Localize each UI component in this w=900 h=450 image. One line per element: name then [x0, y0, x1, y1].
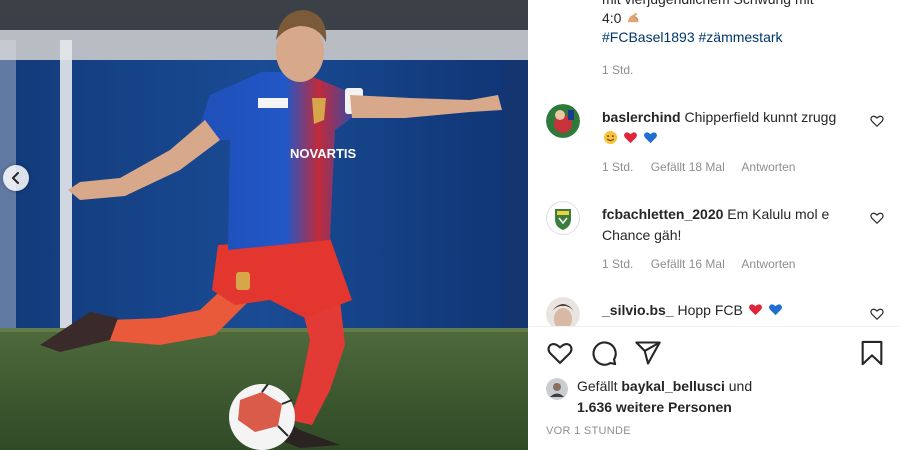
comment-icon[interactable]: [590, 339, 618, 367]
red-heart-emoji-icon: [748, 304, 762, 316]
post-caption: mit vierjugendlichem Schwung mit 4:0 #FC…: [602, 0, 862, 47]
avatar[interactable]: [546, 104, 580, 138]
reply-button[interactable]: Antworten: [741, 257, 795, 271]
liker-avatar[interactable]: [546, 378, 568, 400]
blue-heart-emoji-icon: [768, 304, 782, 316]
comment-text: baslerchind Chipperfield kunnt zrugg: [602, 107, 852, 149]
comment-meta: 1 Std. Gefällt 18 Mal Antworten: [602, 160, 809, 174]
blue-heart-emoji-icon: [643, 132, 657, 144]
liked-by-prefix: Gefällt: [577, 378, 618, 394]
smiling-face-emoji-icon: [603, 130, 618, 145]
comment-username[interactable]: fcbachletten_2020: [602, 206, 723, 222]
heart-icon[interactable]: [546, 339, 574, 367]
comment-meta: 1 Std. Gefällt 16 Mal Antworten: [602, 257, 809, 271]
comment-like-count[interactable]: Gefällt 16 Mal: [651, 257, 725, 271]
liked-by-others[interactable]: 1.636 weitere Personen: [577, 397, 732, 418]
avatar[interactable]: [546, 297, 580, 326]
caption-score: 4:0: [602, 10, 622, 26]
comment-username[interactable]: baslerchind: [602, 109, 681, 125]
post-photo: NOVARTIS: [0, 0, 528, 450]
comment-body: Hopp FCB: [677, 302, 743, 318]
comment-heart-icon[interactable]: [870, 307, 884, 321]
comment-time[interactable]: 1 Std.: [602, 257, 633, 271]
section-divider: [528, 326, 900, 327]
comment-heart-icon[interactable]: [870, 211, 884, 225]
player-photo: NOVARTIS: [0, 0, 528, 450]
avatar-image: [546, 201, 580, 235]
liked-by-conj: und: [728, 378, 753, 394]
avatar-image: [546, 297, 580, 326]
caption-line-1: mit vierjugendlichem Schwung mit: [602, 0, 862, 9]
comment-text: fcbachletten_2020 Em Kalulu mol e Chance…: [602, 204, 852, 246]
comments-list[interactable]: mit vierjugendlichem Schwung mit 4:0 #FC…: [528, 0, 900, 326]
red-heart-emoji-icon: [623, 132, 637, 144]
caption-line-2: 4:0: [602, 9, 862, 28]
previous-photo-button[interactable]: [3, 165, 29, 191]
reply-button[interactable]: Antworten: [741, 160, 795, 174]
post-timestamp[interactable]: Vor 1 Stunde: [546, 425, 631, 437]
avatar-image: [546, 104, 580, 138]
flexed-biceps-emoji-icon: [628, 13, 639, 23]
comment-text: _silvio.bs_ Hopp FCB: [602, 300, 852, 321]
chevron-left-icon: [12, 172, 19, 184]
comment-like-count[interactable]: Gefällt 18 Mal: [651, 160, 725, 174]
comment-heart-icon[interactable]: [870, 114, 884, 128]
comment-time[interactable]: 1 Std.: [602, 160, 633, 174]
caption-hashtags[interactable]: #FCBasel1893 #zämmestark: [602, 28, 862, 47]
caption-time: 1 Std.: [602, 63, 634, 77]
comment-username[interactable]: _silvio.bs_: [602, 302, 674, 318]
jersey-sponsor-text: NOVARTIS: [290, 146, 357, 161]
avatar-image: [546, 378, 568, 400]
avatar[interactable]: [546, 201, 580, 235]
comment-body: Chipperfield kunnt zrugg: [684, 109, 837, 125]
bookmark-icon[interactable]: [858, 339, 886, 367]
share-icon[interactable]: [634, 339, 662, 367]
liked-by-line: Gefällt baykal_bellusci und: [577, 376, 752, 397]
liked-by-user[interactable]: baykal_bellusci: [621, 378, 725, 394]
post-side-panel: mit vierjugendlichem Schwung mit 4:0 #FC…: [528, 0, 900, 450]
post-actions: [546, 339, 886, 369]
